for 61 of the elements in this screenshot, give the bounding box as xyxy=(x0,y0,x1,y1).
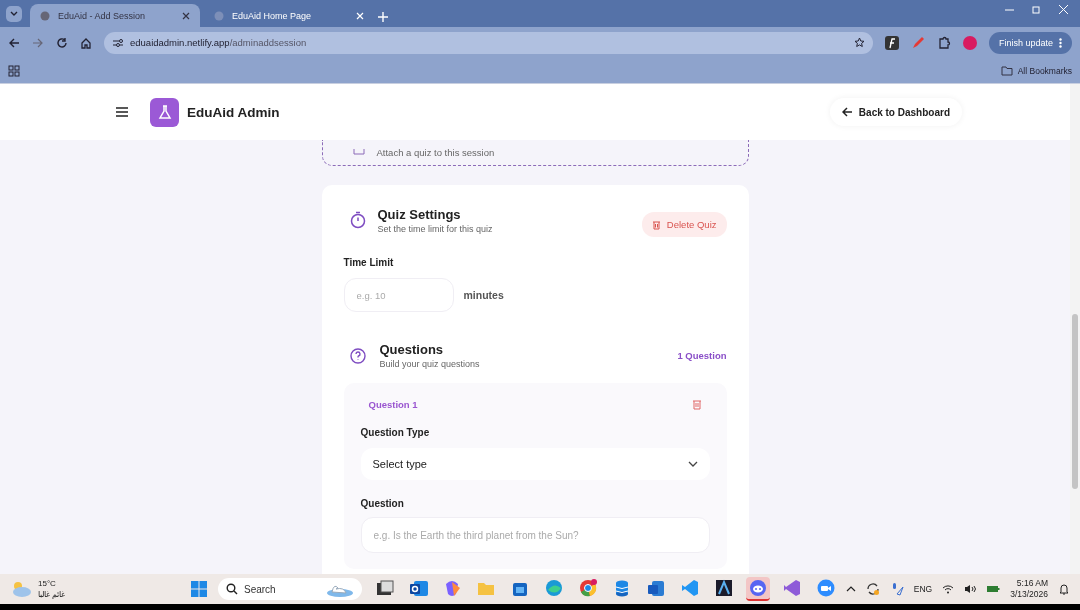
stopwatch-icon xyxy=(349,211,366,229)
sync-icon[interactable] xyxy=(865,582,880,596)
temperature: 15°C xyxy=(38,578,57,589)
taskbar-search[interactable]: Search xyxy=(218,578,362,600)
reload-icon[interactable] xyxy=(56,36,68,49)
tab-search-button[interactable] xyxy=(6,6,22,22)
apps-grid-icon[interactable] xyxy=(8,64,20,77)
unit-label: minutes xyxy=(463,289,504,301)
home-icon[interactable] xyxy=(80,36,92,49)
star-icon[interactable] xyxy=(853,37,865,48)
restore-icon[interactable] xyxy=(1032,5,1041,14)
question-type-select[interactable]: Select type xyxy=(360,448,710,480)
section-subtitle: Set the time limit for this quiz xyxy=(377,224,494,234)
chevron-down-icon xyxy=(10,11,18,17)
section-title: Questions xyxy=(379,342,445,357)
clock-time: 5:16 AM xyxy=(1016,578,1048,589)
question-field[interactable]: e.g. Is the Earth the third planet from the Sun? xyxy=(360,517,710,553)
puzzle-icon[interactable] xyxy=(936,35,951,50)
folder-icon xyxy=(1000,65,1013,76)
time-limit-field[interactable]: e.g. 10 xyxy=(343,278,454,312)
wifi-icon[interactable] xyxy=(942,584,955,594)
menu-icon xyxy=(116,107,128,117)
back-to-dashboard-button[interactable]: Back to Dashboard xyxy=(829,98,962,126)
browser-tab[interactable]: EduAid - Add Session xyxy=(30,4,200,27)
browser-tab[interactable]: EduAid Home Page xyxy=(204,4,374,27)
trash-icon xyxy=(691,399,702,410)
all-bookmarks-button[interactable]: All Bookmarks xyxy=(1000,65,1072,76)
more-icon xyxy=(1059,37,1062,48)
chevron-down-icon xyxy=(687,461,698,467)
search-icon xyxy=(226,583,238,595)
site-settings-icon[interactable] xyxy=(112,37,124,48)
field-label: Question xyxy=(360,498,405,509)
scrollbar[interactable] xyxy=(1070,84,1080,574)
back-arrow-icon xyxy=(841,107,853,117)
trash-icon xyxy=(651,219,661,230)
flask-logo xyxy=(150,97,179,127)
start-icon[interactable] xyxy=(190,580,208,598)
field-label: Question Type xyxy=(360,427,431,438)
battery-icon[interactable] xyxy=(986,584,1001,594)
app-title: EduAid Admin xyxy=(187,104,280,120)
back-arrow-icon[interactable] xyxy=(8,36,20,49)
section-subtitle: Build your quiz questions xyxy=(379,359,481,369)
field-label: Time Limit xyxy=(343,257,395,268)
section-title: Quiz Settings xyxy=(377,207,462,222)
attach-hint: Attach a quiz to this session xyxy=(376,147,495,158)
close-icon[interactable] xyxy=(182,11,190,20)
help-circle-icon xyxy=(349,347,366,364)
finish-update-button[interactable]: Finish update xyxy=(988,31,1072,54)
cloud-sun-icon xyxy=(10,580,32,598)
language-indicator[interactable]: ENG xyxy=(913,584,933,594)
weather-condition: غائم غالبا xyxy=(38,589,66,600)
notification-bell-icon[interactable] xyxy=(1058,583,1070,595)
extension-icon[interactable] xyxy=(884,35,899,50)
speaker-icon[interactable] xyxy=(964,584,977,594)
attach-quiz-panel[interactable]: Attach a quiz to this session xyxy=(321,140,749,166)
question-number: Question 1 xyxy=(368,399,418,410)
delete-quiz-button[interactable]: Delete Quiz xyxy=(641,212,727,237)
question-count: 1 Question xyxy=(677,350,727,361)
clock-date: 3/13/2026 xyxy=(1010,589,1048,600)
chevron-up-icon[interactable] xyxy=(845,586,856,592)
address-bar[interactable]: eduaidadmin.netlify.app/adminaddsession xyxy=(104,31,873,54)
